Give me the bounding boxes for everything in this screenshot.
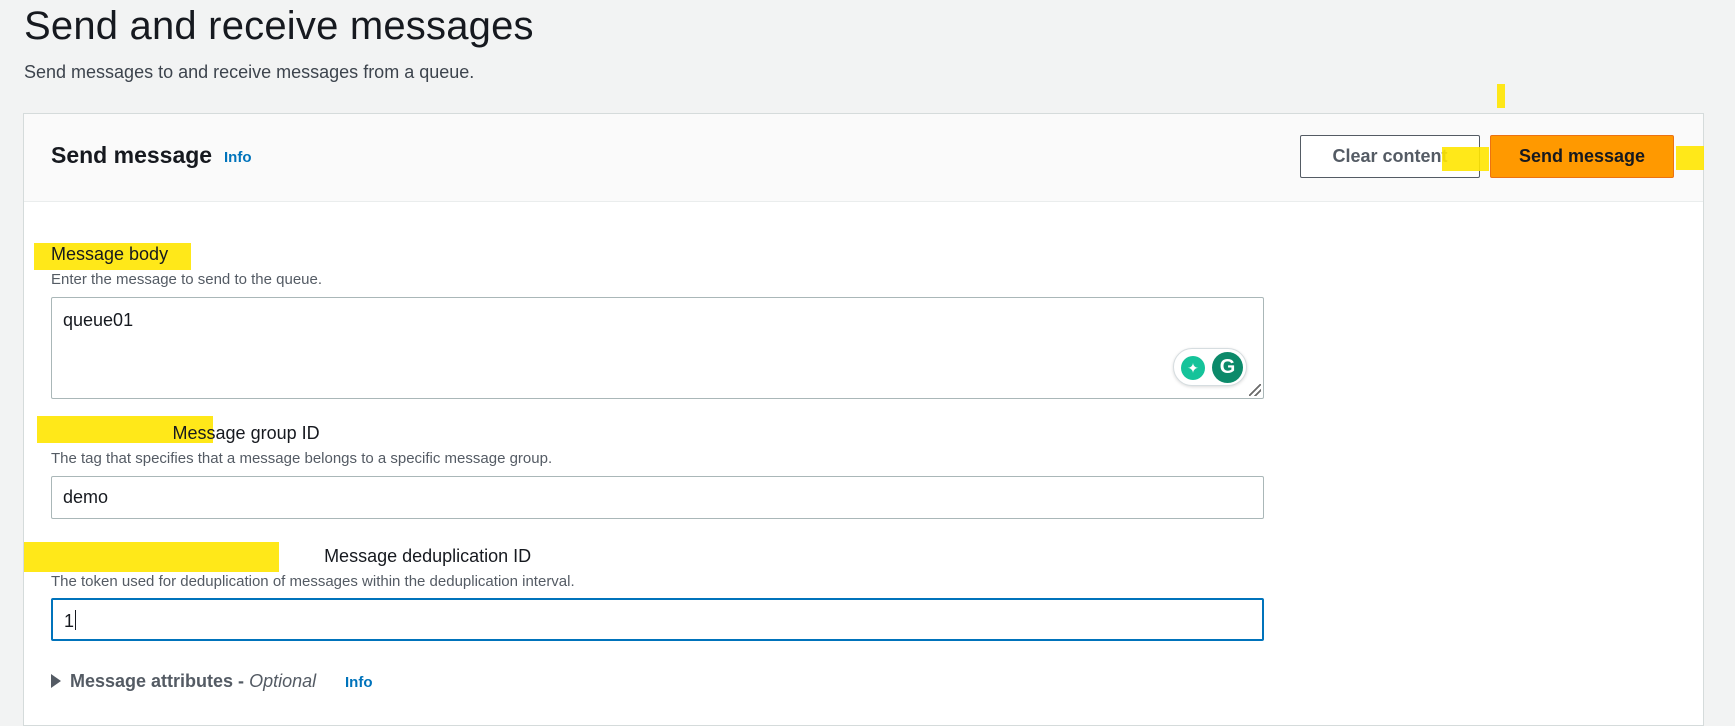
page-subtitle: Send messages to and receive messages fr…	[24, 62, 475, 82]
grammarly-widget[interactable]: ✦ G	[1173, 348, 1247, 386]
group-id-description: The tag that specifies that a message be…	[51, 450, 553, 467]
dedup-id-input[interactable]: 1	[51, 598, 1264, 641]
page-title: Send and receive messages	[24, 4, 534, 48]
highlight-dedup-id	[24, 542, 279, 572]
text-caret	[75, 610, 77, 630]
panel-title: Send message	[51, 142, 213, 168]
dedup-id-description: The token used for deduplication of mess…	[51, 573, 575, 590]
panel-info-link[interactable]: Info	[224, 149, 252, 166]
panel-header: Send message Info Clear content Send mes…	[24, 114, 1704, 202]
group-id-label: Message group ID	[172, 423, 320, 443]
message-body-description: Enter the message to send to the queue.	[51, 271, 323, 288]
message-attributes-label: Message attributes -	[70, 671, 250, 691]
message-attributes-info-link[interactable]: Info	[345, 674, 373, 691]
highlight-mark-send-left	[1442, 147, 1489, 171]
highlight-mark-send-right	[1676, 146, 1704, 170]
message-body-value: queue01	[63, 310, 134, 330]
grammarly-icon[interactable]: G	[1212, 352, 1243, 383]
send-message-panel: Send message Info Clear content Send mes…	[23, 113, 1704, 726]
group-id-value: demo	[63, 487, 109, 507]
lightbulb-icon[interactable]: ✦	[1181, 356, 1205, 380]
message-body-textarea[interactable]: queue01 ✦ G	[51, 297, 1264, 399]
message-attributes-expander[interactable]: Message attributes - Optional	[51, 671, 316, 692]
resize-handle-icon[interactable]	[1249, 384, 1261, 396]
highlight-mark-top	[1497, 84, 1505, 108]
message-body-label: Message body	[51, 244, 169, 264]
send-message-button[interactable]: Send message	[1490, 135, 1674, 178]
caret-right-icon	[51, 674, 61, 688]
dedup-id-label: Message deduplication ID	[324, 546, 532, 566]
dedup-id-value: 1	[64, 610, 77, 631]
optional-label: Optional	[249, 671, 317, 691]
group-id-input[interactable]: demo	[51, 476, 1264, 519]
